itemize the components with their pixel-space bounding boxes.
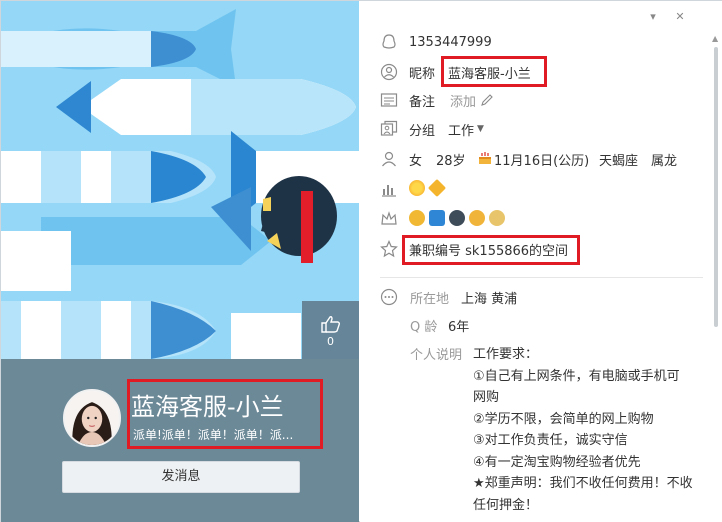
like-count: 0 — [327, 335, 334, 348]
profile-window: 0 蓝海客服-小兰 派单!派单！派单！派单！派... 发消息 ▾ ✕ ▲ 135… — [0, 0, 722, 522]
star-level-icon — [427, 178, 447, 198]
star-outline-icon — [380, 240, 398, 258]
vip-row — [360, 208, 700, 230]
intro-line: ①自己有上网条件，有电脑或手机可 — [473, 368, 680, 384]
pencil-icon[interactable] — [480, 93, 494, 107]
intro-line: ④有一定淘宝购物经验者优先 — [473, 454, 641, 470]
like-button[interactable]: 0 — [302, 301, 359, 359]
intro-line: 网购 — [473, 390, 500, 405]
qq-number: 1353447999 — [409, 34, 492, 50]
sun-level-icon — [409, 180, 425, 196]
nickname-row: 昵称 蓝海客服-小兰 — [360, 61, 700, 83]
avatar[interactable] — [63, 389, 121, 447]
cake-icon — [479, 152, 491, 164]
remark-add-link[interactable]: 添加 — [450, 91, 476, 110]
shield-badge-icon — [429, 210, 445, 226]
nickname-label: 昵称 — [409, 66, 436, 82]
crown-icon — [381, 211, 397, 225]
remark-row: 备注 添加 — [360, 89, 700, 111]
level-badges[interactable] — [409, 178, 449, 198]
person-icon — [382, 151, 396, 167]
section-divider — [380, 277, 703, 278]
intro-line: ②学历不限，会简单的网上购物 — [473, 411, 654, 427]
group-icon — [380, 120, 398, 136]
profile-signature[interactable]: 派单!派单！派单！派单！派... — [133, 426, 303, 443]
space-row: 兼职编号 sk155866的空间 — [360, 238, 700, 260]
thumbs-up-icon — [320, 316, 340, 333]
qage-row: Q 龄 6年 — [360, 314, 700, 336]
people-badge-icon — [489, 210, 505, 226]
intro-line: 任何押金！ — [473, 497, 539, 513]
qq-penguin-icon — [382, 34, 396, 49]
level-bars-icon — [382, 185, 396, 197]
qzone-link[interactable]: 兼职编号 sk155866的空间 — [409, 240, 568, 259]
profile-info-panel: ▾ ✕ ▲ 1353447999 昵称 蓝海客服-小兰 备注 添加 分组 工作 … — [360, 1, 722, 522]
remark-label: 备注 — [409, 94, 436, 110]
moon-badge-icon — [469, 210, 485, 226]
group-label: 分组 — [409, 123, 436, 139]
birthday: 11月16日(公历) — [494, 153, 590, 169]
age: 28岁 — [436, 153, 466, 169]
personal-details-row: 女 28岁 11月16日(公历) 天蝎座 属龙 — [360, 148, 700, 170]
intro-line: ★郑重声明：我们不收任何费用！不收 — [473, 476, 693, 491]
location-value: 上海 黄浦 — [461, 291, 518, 307]
gender: 女 — [409, 153, 423, 169]
minimize-icon[interactable]: ▾ — [647, 11, 659, 23]
qage-label: Q 龄 — [410, 319, 438, 335]
level-row — [360, 178, 700, 200]
intro-line: 工作要求： — [473, 347, 539, 362]
profile-left-panel: 0 蓝海客服-小兰 派单!派单！派单！派单！派... 发消息 — [1, 1, 359, 522]
avatar-photo — [65, 391, 119, 445]
nickname-value: 蓝海客服-小兰 — [448, 66, 531, 82]
qage-value: 6年 — [448, 319, 470, 335]
eye-badge-icon — [449, 210, 465, 226]
group-dropdown[interactable]: 工作 — [448, 120, 474, 139]
intro-label-row: 个人说明 — [360, 342, 463, 364]
group-row: 分组 工作 ▼ — [360, 118, 700, 140]
scroll-up-icon[interactable]: ▲ — [712, 35, 720, 43]
ellipsis-circle-icon — [380, 288, 398, 306]
scroll-thumb[interactable] — [714, 47, 718, 327]
star-badge-icon — [409, 210, 425, 226]
user-circle-icon — [380, 63, 398, 81]
profile-display-name: 蓝海客服-小兰 — [131, 393, 284, 421]
qq-number-row: 1353447999 — [360, 31, 700, 53]
location-row: 所在地 上海 黄浦 — [360, 286, 700, 308]
scrollbar[interactable]: ▲ — [712, 35, 720, 521]
close-icon[interactable]: ✕ — [674, 11, 686, 23]
intro-text: 工作要求： ①自己有上网条件，有电脑或手机可 网购 ②学历不限，会简单的网上购物… — [473, 344, 698, 516]
card-icon — [380, 93, 398, 107]
service-badges[interactable] — [409, 210, 509, 226]
intro-line: ③对工作负责任，诚实守信 — [473, 433, 628, 448]
chevron-down-icon[interactable]: ▼ — [477, 124, 484, 134]
location-label: 所在地 — [410, 291, 450, 307]
send-message-button[interactable]: 发消息 — [62, 461, 300, 493]
intro-label: 个人说明 — [410, 347, 463, 363]
zodiac: 天蝎座 — [599, 153, 639, 169]
chinese-zodiac: 属龙 — [651, 153, 678, 169]
